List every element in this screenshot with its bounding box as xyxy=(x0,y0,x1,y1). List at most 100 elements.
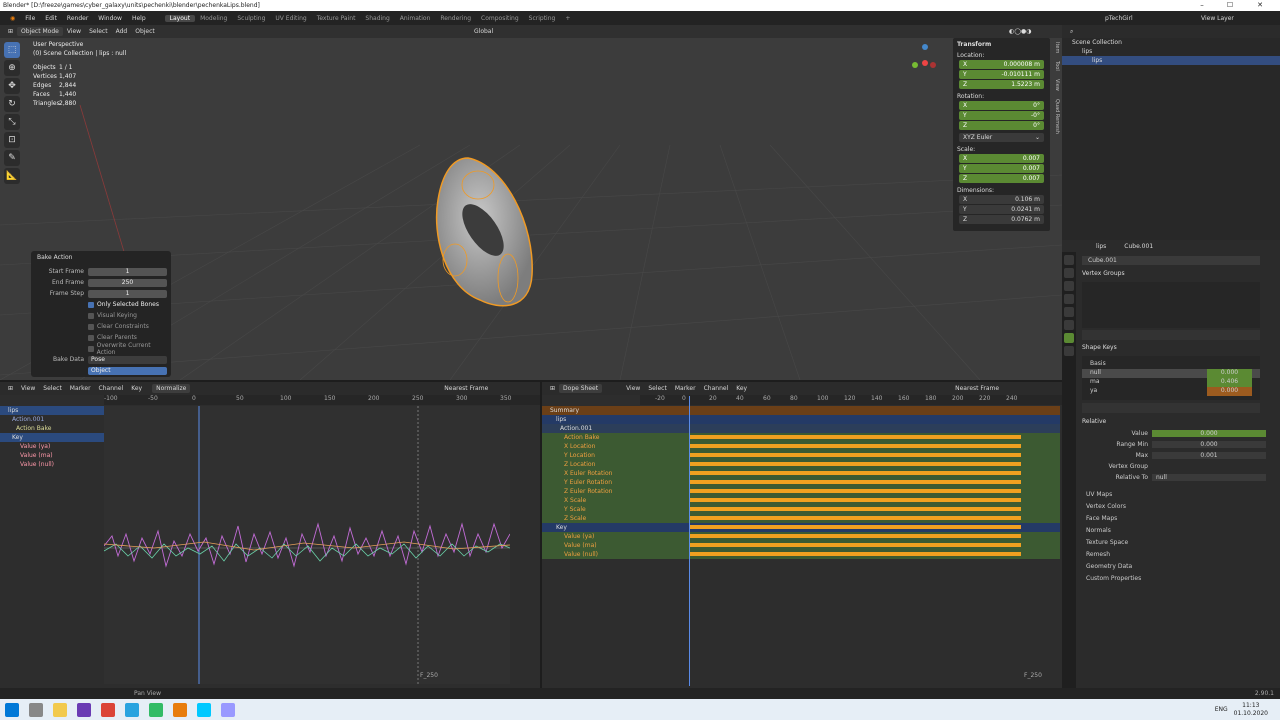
menu-edit[interactable]: Edit xyxy=(40,15,62,22)
tab-view[interactable]: View xyxy=(1054,79,1060,91)
graph-menu-channel[interactable]: Channel xyxy=(95,385,128,392)
object-tab-icon[interactable] xyxy=(1064,307,1074,317)
viewport-menu-add[interactable]: Add xyxy=(112,28,132,35)
select-tool-icon[interactable]: ⬚ xyxy=(4,42,20,58)
channel-row[interactable]: Value (ma) xyxy=(0,451,104,460)
move-tool-icon[interactable]: ✥ xyxy=(4,78,20,94)
chrome-icon[interactable] xyxy=(101,702,115,717)
tab-scripting[interactable]: Scripting xyxy=(524,15,561,22)
shape-keys-panel[interactable]: Shape Keys xyxy=(1062,342,1280,354)
dope-channel-row[interactable]: Y Euler Rotation xyxy=(542,478,640,487)
menu-file[interactable]: File xyxy=(20,15,40,22)
section-face-maps[interactable]: Face Maps xyxy=(1062,513,1280,525)
scene-tab-icon[interactable] xyxy=(1064,294,1074,304)
transform-tool-icon[interactable]: ⊡ xyxy=(4,132,20,148)
keyframe-hold-bar[interactable] xyxy=(690,498,1021,502)
dimension-x-field[interactable]: X 0.106 m xyxy=(959,195,1044,204)
viewport-menu-view[interactable]: View xyxy=(63,28,85,35)
graph-frame-ruler[interactable]: -100 -50 0 50 100 150 200 250 300 350 xyxy=(104,395,540,405)
channel-row[interactable]: Value (ya) xyxy=(0,442,104,451)
tab-quad-remesh[interactable]: Quad Remesh xyxy=(1054,99,1060,134)
channel-row[interactable]: Value (null) xyxy=(0,460,104,469)
section-uv-maps[interactable]: UV Maps xyxy=(1062,489,1280,501)
dope-menu-view[interactable]: View xyxy=(622,385,644,392)
menu-window[interactable]: Window xyxy=(93,15,127,22)
dope-channel-row[interactable]: Action.001 xyxy=(542,424,640,433)
graph-menu-view[interactable]: View xyxy=(17,385,39,392)
overwrite-action-checkbox[interactable]: Overwrite Current Action xyxy=(88,342,167,356)
dope-channel-row[interactable]: Y Location xyxy=(542,451,640,460)
frame-step-field[interactable]: 1 xyxy=(88,289,167,298)
tab-sculpting[interactable]: Sculpting xyxy=(232,15,270,22)
keyframe-hold-bar[interactable] xyxy=(690,444,1021,448)
blender-logo-icon[interactable]: ◉ xyxy=(5,15,20,22)
start-icon[interactable] xyxy=(5,702,19,717)
dimension-y-field[interactable]: Y 0.0241 m xyxy=(959,205,1044,214)
keyframe-hold-bar[interactable] xyxy=(690,453,1021,457)
tool-tab-icon[interactable] xyxy=(1064,255,1074,265)
measure-tool-icon[interactable]: 📐 xyxy=(4,168,20,184)
range-min-field[interactable]: 0.000 xyxy=(1152,441,1266,448)
shape-key-list[interactable]: Basis null 0.000 ma 0.406 ya 0.000 xyxy=(1082,356,1260,400)
dope-channel-row[interactable]: Z Scale xyxy=(542,514,640,523)
tab-layout[interactable]: Layout xyxy=(164,14,196,22)
keyframe-hold-bar[interactable] xyxy=(690,534,1021,538)
graph-menu-key[interactable]: Key xyxy=(127,385,146,392)
tab-shading[interactable]: Shading xyxy=(360,15,394,22)
section-custom-properties[interactable]: Custom Properties xyxy=(1062,573,1280,585)
dope-channel-row[interactable]: lips xyxy=(542,415,640,424)
mesh-name[interactable]: Cube.001 xyxy=(1120,243,1157,250)
maximize-button[interactable]: ☐ xyxy=(1216,0,1244,11)
section-texture-space[interactable]: Texture Space xyxy=(1062,537,1280,549)
scale-y-field[interactable]: Y 0.007 xyxy=(959,164,1044,173)
tab-texture-paint[interactable]: Texture Paint xyxy=(312,15,361,22)
end-frame-field[interactable]: 250 xyxy=(88,278,167,287)
keyframe-hold-bar[interactable] xyxy=(690,471,1021,475)
section-normals[interactable]: Normals xyxy=(1062,525,1280,537)
channel-row[interactable]: lips xyxy=(0,406,104,415)
keyframe-hold-bar[interactable] xyxy=(690,435,1021,439)
dope-snap-selector[interactable]: Nearest Frame xyxy=(951,385,1003,392)
render-tab-icon[interactable] xyxy=(1064,268,1074,278)
value-field[interactable]: 0.000 xyxy=(1152,430,1266,437)
dope-sheet-editor[interactable]: ⊞ Dope Sheet View Select Marker Channel Key Nea… xyxy=(542,382,1062,688)
location-z-field[interactable]: Z 1.5223 m xyxy=(959,80,1044,89)
app-icon[interactable] xyxy=(149,702,163,717)
dope-channel-row[interactable]: X Euler Rotation xyxy=(542,469,640,478)
vertex-groups-panel[interactable]: Vertex Groups xyxy=(1062,268,1280,280)
dope-frame-ruler[interactable]: -20 0 20 40 60 80 100 120 140 160 180 200 220 240 xyxy=(640,395,1062,405)
dope-channel-row[interactable]: Y Scale xyxy=(542,505,640,514)
dope-menu-key[interactable]: Key xyxy=(732,385,751,392)
add-workspace-button[interactable]: + xyxy=(560,15,575,22)
bake-action-title[interactable]: Bake Action xyxy=(31,251,171,266)
graph-menu-select[interactable]: Select xyxy=(39,385,66,392)
dope-menu-channel[interactable]: Channel xyxy=(700,385,733,392)
keyframe-hold-bar[interactable] xyxy=(690,489,1021,493)
dope-menu-select[interactable]: Select xyxy=(644,385,671,392)
keyframe-hold-bar[interactable] xyxy=(690,525,1021,529)
clock[interactable]: 11:13 01.10.2020 xyxy=(1234,702,1268,718)
dope-channel-row[interactable]: X Scale xyxy=(542,496,640,505)
tab-modeling[interactable]: Modeling xyxy=(195,15,232,22)
task-view-icon[interactable] xyxy=(29,702,43,717)
modifier-tab-icon[interactable] xyxy=(1064,320,1074,330)
keyframe-hold-bar[interactable] xyxy=(690,516,1021,520)
viewport-menu-object[interactable]: Object xyxy=(131,28,159,35)
playhead[interactable] xyxy=(689,396,690,686)
channel-row[interactable]: Action.001 xyxy=(0,415,104,424)
cursor-tool-icon[interactable]: ⊕ xyxy=(4,60,20,76)
editor-type-icon[interactable]: ⊞ xyxy=(546,385,559,392)
section-remesh[interactable]: Remesh xyxy=(1062,549,1280,561)
keyframe-hold-bar[interactable] xyxy=(690,507,1021,511)
shading-modes-icon[interactable]: ◐◯●◑ xyxy=(1005,28,1035,35)
bake-data-object[interactable]: Object xyxy=(88,366,167,375)
keyframe-hold-bar[interactable] xyxy=(690,552,1021,556)
relative-checkbox[interactable]: Relative xyxy=(1062,416,1280,428)
menu-help[interactable]: Help xyxy=(127,15,151,22)
orientation-selector[interactable]: Global xyxy=(470,28,497,35)
editor-type-icon[interactable]: ⊞ xyxy=(4,28,17,35)
transform-header[interactable]: Transform xyxy=(953,38,1050,49)
dope-mode-selector[interactable]: Dope Sheet xyxy=(559,384,603,393)
menu-render[interactable]: Render xyxy=(62,15,93,22)
clear-constraints-checkbox[interactable]: Clear Constraints xyxy=(88,321,167,332)
